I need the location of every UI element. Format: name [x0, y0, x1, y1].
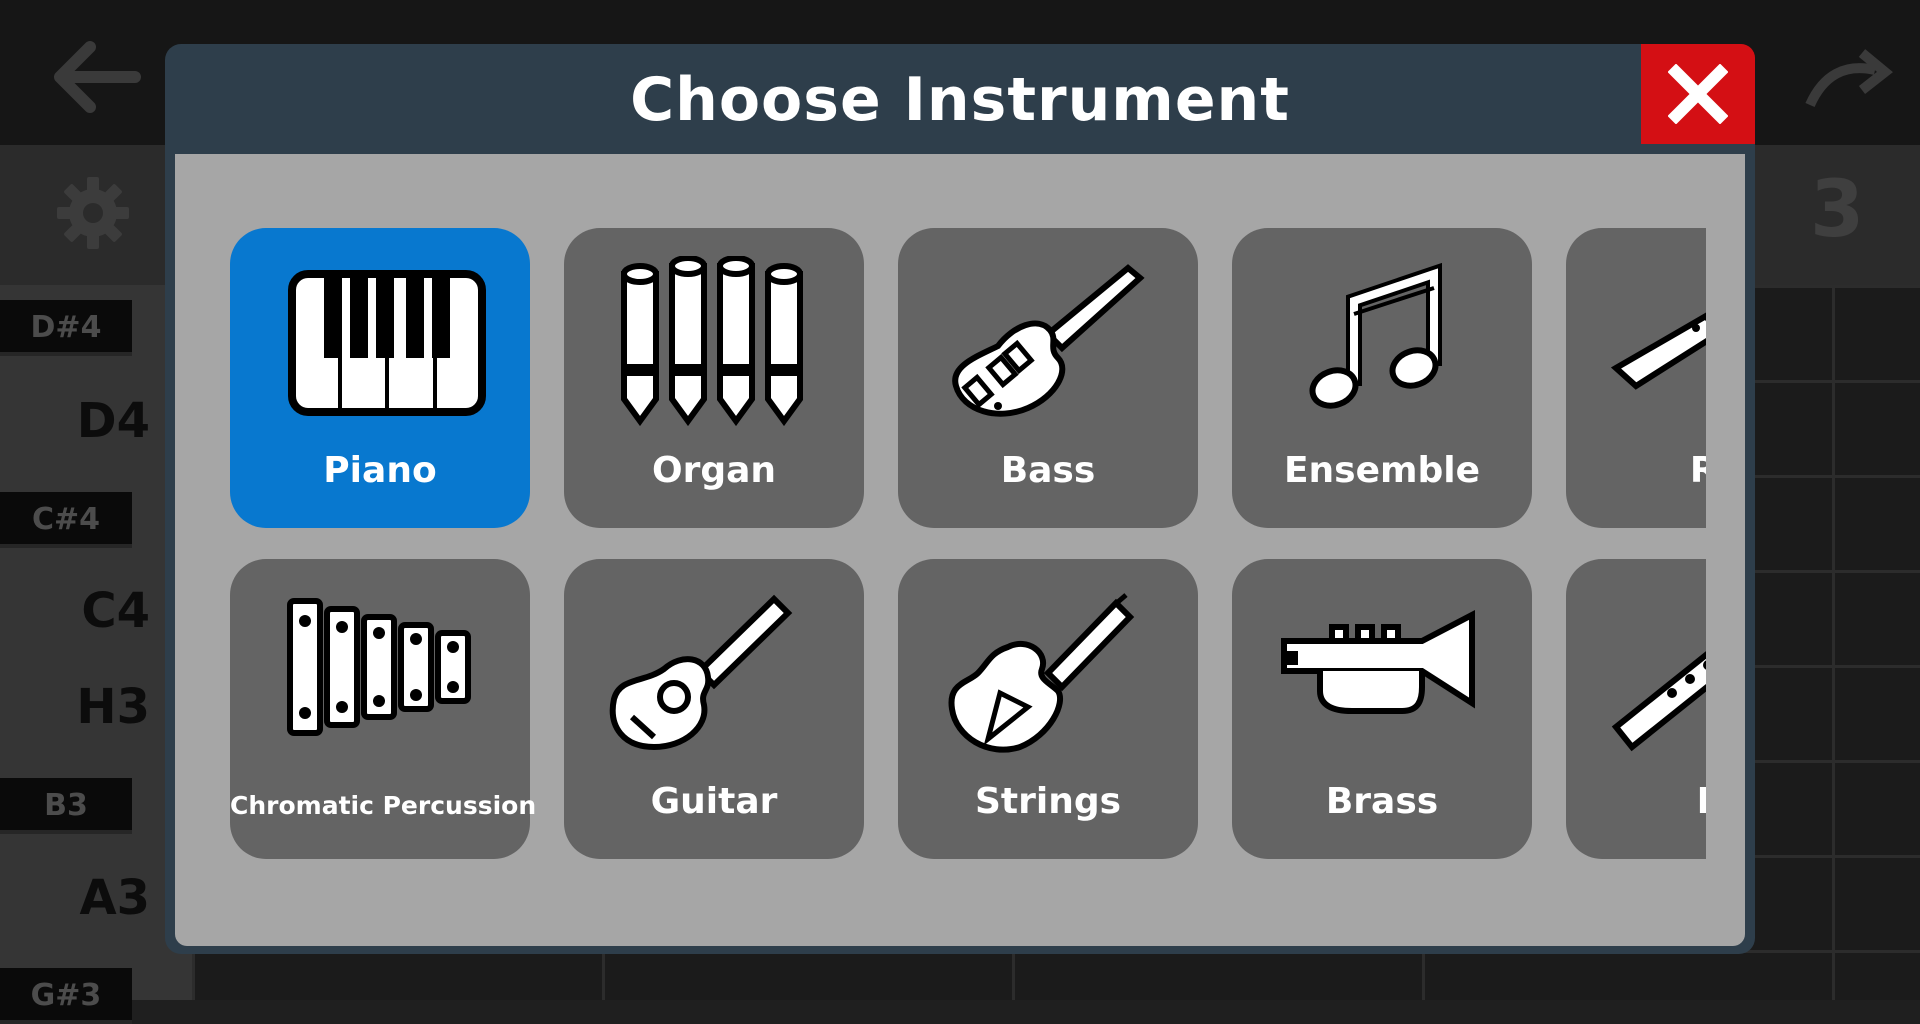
instrument-tile-ensemble[interactable]: Ensemble: [1232, 228, 1532, 528]
instrument-tile-piano[interactable]: Piano: [230, 228, 530, 528]
key-h3[interactable]: H3: [0, 679, 150, 735]
key-b3[interactable]: B3: [0, 778, 132, 834]
bass-guitar-icon: [952, 264, 1145, 417]
key-c4[interactable]: C4: [0, 583, 150, 639]
instrument-label: Chromatic Percussion: [230, 791, 537, 820]
instrument-tile-bass[interactable]: Bass: [898, 228, 1198, 528]
instrument-label: Re: [1689, 450, 1706, 491]
close-button[interactable]: [1641, 44, 1755, 144]
piano-icon: [288, 270, 486, 416]
gear-icon[interactable]: [55, 175, 131, 251]
key-c-sharp-4[interactable]: C#4: [0, 492, 132, 548]
instrument-label: Pi: [1566, 781, 1706, 822]
instrument-tile-pipe[interactable]: Pi: [1566, 559, 1706, 859]
key-d-sharp-4[interactable]: D#4: [0, 300, 132, 356]
back-arrow-icon[interactable]: [40, 22, 150, 132]
dialog-title: Choose Instrument: [630, 65, 1290, 135]
pipe-icon: [1611, 651, 1706, 752]
piano-roll-keys: D#4 D4 C#4 C4 H3 B3 A3 G#3: [0, 285, 192, 1024]
measure-number: 3: [1810, 165, 1865, 255]
redo-icon[interactable]: [1800, 45, 1900, 115]
trumpet-icon: [1281, 610, 1475, 714]
key-g-sharp-3[interactable]: G#3: [0, 968, 132, 1024]
instrument-label: Brass: [1325, 781, 1439, 822]
instrument-grid[interactable]: Piano Organ Bass Ensemble R Chromatic Pe…: [230, 228, 1706, 862]
instrument-tile-chromatic-percussion[interactable]: Chromatic Percussion: [230, 559, 537, 859]
instrument-tile-guitar[interactable]: Guitar: [564, 559, 864, 859]
reed-icon: [1610, 312, 1706, 390]
guitar-icon: [609, 594, 793, 751]
instrument-tile-brass[interactable]: Brass: [1232, 559, 1532, 859]
instrument-tile-reed[interactable]: Re: [1566, 228, 1706, 528]
organ-icon: [621, 256, 803, 426]
key-d4[interactable]: D4: [0, 393, 150, 449]
instrument-label: Guitar: [650, 781, 778, 822]
instrument-label: Ensemble: [1283, 450, 1481, 491]
instrument-tile-organ[interactable]: Organ: [564, 228, 864, 528]
key-a3[interactable]: A3: [0, 870, 150, 926]
instrument-label: Bass: [1000, 450, 1096, 491]
instrument-label: Organ: [651, 450, 777, 491]
instrument-tile-strings[interactable]: Strings: [898, 559, 1198, 859]
music-note-icon: [1309, 262, 1442, 409]
instrument-label: Strings: [974, 781, 1122, 822]
violin-icon: [948, 593, 1135, 753]
xylophone-icon: [287, 598, 471, 736]
instrument-label: Piano: [323, 450, 437, 491]
close-icon: [1668, 64, 1728, 124]
